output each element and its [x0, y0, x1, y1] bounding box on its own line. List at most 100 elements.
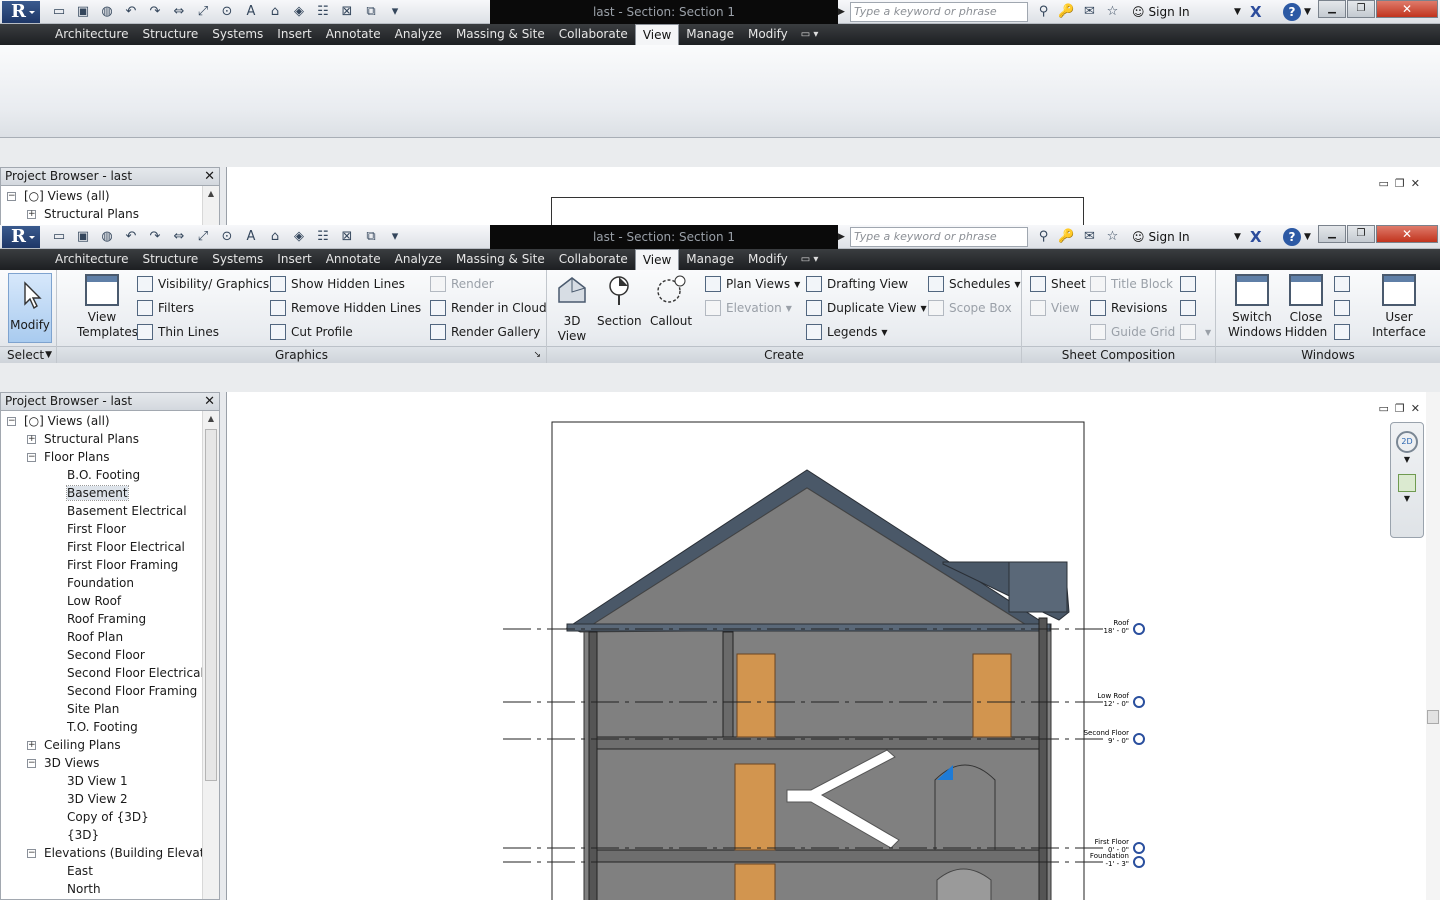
tree-item[interactable]: + Ceiling Plans	[27, 736, 121, 754]
tree-item[interactable]: Basement	[66, 484, 129, 502]
tree-item[interactable]: + Structural Plans	[27, 205, 139, 223]
tree-item[interactable]: − Floor Plans	[27, 448, 109, 466]
qat-customize-icon[interactable]: ▾	[384, 3, 406, 21]
tab-analyze[interactable]: Analyze	[388, 24, 449, 45]
tree-item[interactable]: B.O. Footing	[67, 466, 140, 484]
tree-item[interactable]: − Elevations (Building Elevation	[27, 844, 219, 862]
minimize-button[interactable]: ▁	[1318, 0, 1346, 18]
schedules-dropdown[interactable]: Schedules ▼	[928, 274, 1021, 294]
3d-view-button[interactable]: 3D View	[553, 274, 591, 344]
qat-customize-icon[interactable]: ▾	[384, 228, 406, 246]
close-icon[interactable]: ✕	[204, 168, 215, 185]
help-icon[interactable]: ?	[1283, 3, 1301, 21]
render-in-cloud-button[interactable]: Render in Cloud	[430, 298, 547, 318]
search-expand-icon[interactable]: ▶	[838, 225, 850, 249]
legends-dropdown[interactable]: Legends ▼	[806, 322, 888, 342]
cut-profile-button[interactable]: Cut Profile	[270, 322, 353, 342]
viewports-dropdown[interactable]: ▼	[1180, 322, 1211, 342]
dimension-icon[interactable]: ⤢	[192, 3, 214, 21]
save-icon[interactable]: ▣	[72, 3, 94, 21]
plan-views-dropdown[interactable]: Plan Views ▼	[705, 274, 800, 294]
undo-icon[interactable]: ↶	[120, 228, 142, 246]
tree-item[interactable]: First Floor Electrical	[67, 538, 185, 556]
remove-hidden-lines-button[interactable]: Remove Hidden Lines	[270, 298, 421, 318]
expand-icon[interactable]: +	[27, 741, 36, 750]
close-view-icon[interactable]: ✕	[1411, 177, 1420, 190]
browser-scrollbar[interactable]: ▲	[202, 411, 219, 899]
view-reference-button[interactable]	[1180, 298, 1201, 318]
tree-item[interactable]: Second Floor Framing	[67, 682, 197, 700]
ribbon-minimize-icon[interactable]: ▭ ▾	[801, 24, 819, 45]
show-hidden-lines-button[interactable]: Show Hidden Lines	[270, 274, 405, 294]
filters-button[interactable]: Filters	[137, 298, 194, 318]
tag-icon[interactable]: ⊙	[216, 228, 238, 246]
save-icon[interactable]: ▣	[72, 228, 94, 246]
minimize-button[interactable]: ▁	[1318, 225, 1346, 243]
exchange-apps-icon[interactable]: X	[1250, 3, 1268, 21]
open-icon[interactable]: ▭	[48, 3, 70, 21]
tree-item[interactable]: Roof Framing	[67, 610, 146, 628]
subscription-icon[interactable]: 🔑	[1057, 228, 1076, 246]
tree-item[interactable]: Basement Electrical	[67, 502, 187, 520]
communication-icon[interactable]: ✉	[1080, 228, 1099, 246]
chevron-down-icon[interactable]: ▼	[1304, 0, 1311, 24]
restore-button[interactable]: ❐	[1347, 225, 1375, 243]
tree-item[interactable]: − [○] Views (all)	[7, 412, 110, 430]
level-head-icon[interactable]	[1133, 856, 1145, 868]
modify-button[interactable]: Modify	[8, 273, 52, 343]
tab-annotate[interactable]: Annotate	[319, 24, 388, 45]
graphics-panel-label[interactable]: Graphics ↘	[57, 346, 546, 363]
tab-insert[interactable]: Insert	[270, 249, 318, 270]
chevron-down-icon[interactable]: ▼	[1234, 0, 1241, 24]
search-expand-icon[interactable]: ▶	[838, 0, 850, 24]
tab-manage[interactable]: Manage	[679, 249, 741, 270]
tree-item[interactable]: Low Roof	[67, 592, 121, 610]
callout-button[interactable]: Callout	[647, 274, 695, 329]
measure-icon[interactable]: ⇔	[168, 228, 190, 246]
tree-item[interactable]: North	[67, 880, 101, 898]
tab-analyze[interactable]: Analyze	[388, 249, 449, 270]
chevron-down-icon[interactable]: ▼	[1304, 225, 1311, 249]
help-icon[interactable]: ?	[1283, 228, 1301, 246]
section-button[interactable]: Section	[597, 274, 642, 329]
exchange-apps-icon[interactable]: X	[1250, 228, 1268, 246]
tree-item[interactable]: Roof Plan	[67, 628, 123, 646]
sync-icon[interactable]: ◍	[96, 3, 118, 21]
user-interface-button[interactable]: User Interface	[1372, 274, 1426, 340]
favorites-star-icon[interactable]: ☆	[1103, 3, 1122, 21]
tree-item[interactable]: Second Floor Electrical	[67, 664, 204, 682]
cascade-button[interactable]	[1334, 298, 1355, 318]
level-head-icon[interactable]	[1133, 623, 1145, 635]
tab-modify[interactable]: Modify	[741, 249, 795, 270]
restore-view-icon[interactable]: ❐	[1395, 177, 1405, 190]
render-button[interactable]: Render	[430, 274, 494, 294]
tab-architecture[interactable]: Architecture	[48, 249, 135, 270]
revit-logo-icon[interactable]: R	[2, 1, 40, 23]
scope-box-button[interactable]: Scope Box	[928, 298, 1012, 318]
drawing-area[interactable]: ▭ ❐ ✕	[226, 167, 1440, 225]
tree-item[interactable]: 3D View 2	[67, 790, 128, 808]
ribbon-minimize-icon[interactable]: ▭ ▾	[801, 249, 819, 270]
3d-view-icon[interactable]: ⌂	[264, 228, 286, 246]
tab-architecture[interactable]: Architecture	[48, 24, 135, 45]
tree-item[interactable]: 3D View 1	[67, 772, 128, 790]
tab-view[interactable]: View	[634, 249, 680, 270]
sign-in-link[interactable]: Sign In	[1149, 5, 1190, 19]
restore-button[interactable]: ❐	[1347, 0, 1375, 18]
tab-structure[interactable]: Structure	[135, 24, 205, 45]
tab-massing-site[interactable]: Massing & Site	[449, 24, 552, 45]
tree-item[interactable]: East	[67, 862, 93, 880]
switch-windows-button[interactable]: Switch Windows	[1228, 274, 1282, 340]
dialog-launcher-icon[interactable]: ↘	[533, 347, 541, 364]
collapse-icon[interactable]: −	[27, 759, 36, 768]
tab-systems[interactable]: Systems	[205, 24, 270, 45]
switch-windows-icon[interactable]: ⧉	[360, 3, 382, 21]
drawing-area[interactable]: ▭ ❐ ✕ 2D ▼ ▼ Roof 18' - 0" Low Roof 12' …	[226, 392, 1440, 900]
communication-icon[interactable]: ✉	[1080, 3, 1099, 21]
tab-view[interactable]: View	[634, 24, 680, 45]
redo-icon[interactable]: ↷	[144, 228, 166, 246]
close-icon[interactable]: ✕	[204, 393, 215, 410]
sheet-button[interactable]: Sheet	[1030, 274, 1086, 294]
sync-icon[interactable]: ◍	[96, 228, 118, 246]
text-icon[interactable]: A	[240, 3, 262, 21]
